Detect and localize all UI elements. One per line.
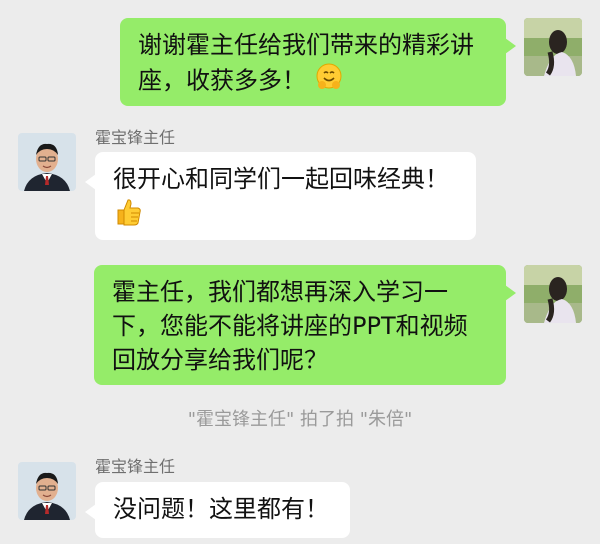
contact-avatar[interactable] [18, 462, 76, 520]
contact-avatar[interactable] [18, 133, 76, 191]
message-bubble-incoming[interactable]: 很开心和同学们一起回味经典！ [85, 152, 476, 240]
message-text-line: 回放分享给我们呢？ [112, 346, 328, 374]
sender-name: 霍宝锋主任 [95, 457, 176, 476]
user-avatar[interactable] [524, 18, 582, 76]
message-text-line: 很开心和同学们一起回味经典！ [113, 165, 449, 193]
message-text-line: 没问题！这里都有！ [113, 495, 329, 523]
system-message: "霍宝锋主任" 拍了拍 "朱倍" [187, 409, 413, 430]
message-bubble-outgoing[interactable]: 霍主任，我们都想再深入学习一 下，您能不能将讲座的PPT和视频 回放分享给我们呢… [94, 265, 516, 385]
hugging-face-icon [314, 62, 344, 101]
thumbs-up-icon [113, 196, 143, 237]
message-text-line: 下，您能不能将讲座的PPT和视频 [112, 312, 468, 340]
message-text-line: 霍主任，我们都想再深入学习一 [112, 278, 448, 306]
message-bubble-outgoing[interactable]: 谢谢霍主任给我们带来的精彩讲 座，收获多多！ [120, 18, 516, 106]
sender-name: 霍宝锋主任 [95, 128, 176, 147]
message-text-line: 座，收获多多！ [138, 66, 306, 95]
message-bubble-incoming[interactable]: 没问题！这里都有！ [85, 482, 350, 538]
message-text-line: 谢谢霍主任给我们带来的精彩讲 [138, 31, 474, 59]
user-avatar[interactable] [524, 265, 582, 323]
